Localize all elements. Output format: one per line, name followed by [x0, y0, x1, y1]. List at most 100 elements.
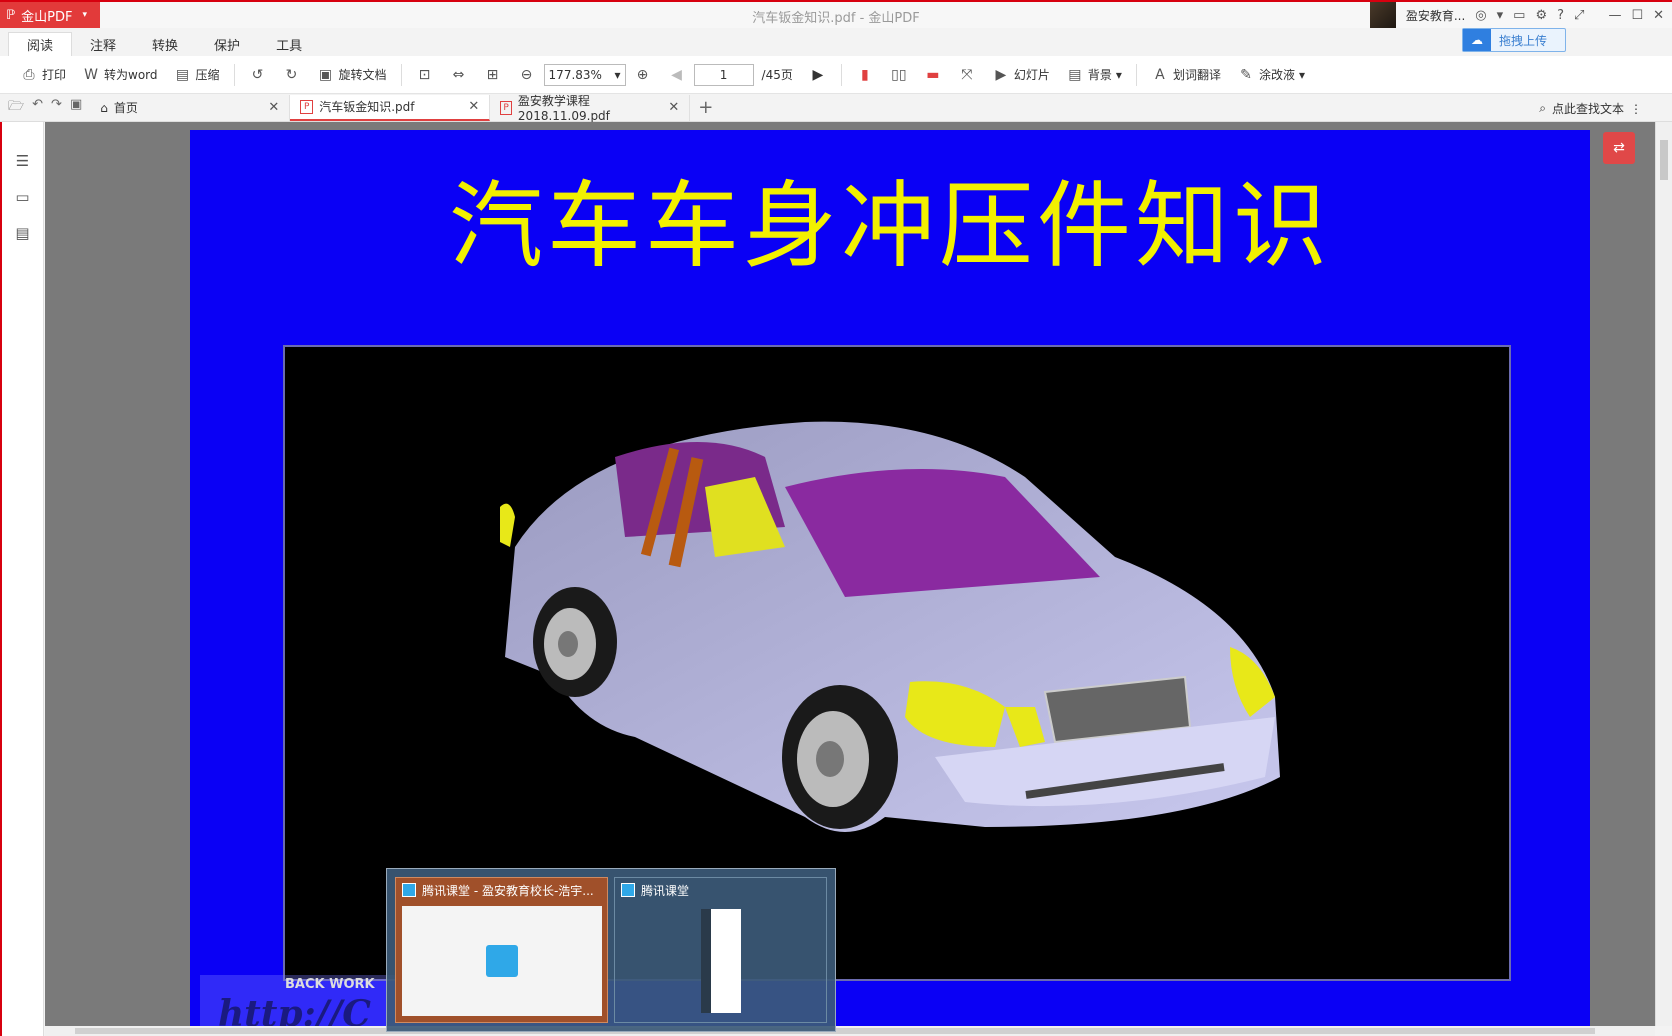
watermark-text: BACK WORK — [285, 977, 375, 992]
page-total: /45页 — [754, 60, 801, 90]
word-convert-icon[interactable]: ▤ — [8, 218, 38, 248]
rotate-left-button[interactable]: ↺ — [241, 60, 275, 90]
arrow-right-icon: ▶ — [812, 66, 824, 83]
background-button[interactable]: ▤ 背景 ▾ — [1058, 60, 1130, 90]
tencent-classroom-icon — [621, 883, 635, 897]
slideshow-button[interactable]: ▶ 幻灯片 — [984, 60, 1058, 90]
fullscreen-icon[interactable]: ⤢ — [1574, 8, 1584, 23]
close-icon[interactable]: ✕ — [268, 100, 279, 115]
undo-icon[interactable]: ↶ — [32, 97, 43, 119]
background-label: 背景 — [1087, 68, 1112, 82]
whiteout-button[interactable]: ✎ 涂改液 ▾ — [1229, 60, 1313, 90]
next-page-button[interactable]: ▶ — [801, 60, 835, 90]
tab-document[interactable]: P 盈安教学课程2018.11.09.pdf ✕ — [490, 94, 691, 123]
add-tab-button[interactable]: + — [690, 97, 721, 118]
help-icon[interactable]: ? — [1557, 8, 1564, 23]
translate-button[interactable]: A 划词翻译 — [1143, 60, 1229, 90]
actual-size-button[interactable]: ⊡ — [408, 60, 442, 90]
tencent-classroom-icon — [402, 883, 416, 897]
preview-thumbnail — [402, 906, 602, 1016]
tab-home[interactable]: ⌂ 首页 ✕ — [90, 94, 291, 121]
outline-icon[interactable]: ☰ — [8, 146, 38, 176]
eraser-icon: ✎ — [1240, 66, 1252, 83]
print-label: 打印 — [42, 68, 67, 82]
minimize-button[interactable]: — — [1608, 8, 1621, 23]
word-icon: W — [84, 66, 98, 83]
slide-title: 汽车车身冲压件知识 — [448, 172, 1331, 281]
to-word-button[interactable]: W 转为word — [74, 60, 166, 90]
translate-icon: A — [1155, 66, 1165, 83]
taskbar-preview-window[interactable]: 腾讯课堂 - 盈安教育校长-浩宇... — [395, 877, 608, 1023]
close-icon[interactable]: ✕ — [468, 99, 479, 114]
message-icon[interactable]: ▭ — [1513, 8, 1525, 23]
settings-icon[interactable]: ⚙ — [1535, 8, 1547, 23]
divider — [840, 63, 842, 86]
floating-convert-button[interactable]: ⇄ — [1603, 132, 1635, 164]
tab-annotate[interactable]: 注释 — [72, 32, 134, 56]
preview-title: 腾讯课堂 - 盈安教育校长-浩宇... — [422, 883, 594, 898]
divider — [400, 63, 402, 86]
convert-icon: ⇄ — [1613, 140, 1625, 156]
quick-tools: 🗁 ↶ ↷ ▣ — [0, 97, 90, 119]
chevron-down-icon: ▾ — [614, 67, 621, 82]
close-button[interactable]: ✕ — [1653, 8, 1664, 23]
save-icon[interactable]: ▣ — [70, 97, 82, 119]
more-icon[interactable]: ⋮ — [1630, 102, 1642, 116]
vertical-scrollbar[interactable] — [1655, 122, 1672, 1026]
user-badge-icon[interactable]: ◎ — [1475, 8, 1486, 23]
find-text-button[interactable]: ⌕ 点此查找文本 ⋮ — [1539, 100, 1642, 117]
double-page-button[interactable]: ▯▯ — [882, 60, 916, 90]
thumbnails-icon[interactable]: ▭ — [8, 182, 38, 212]
rotate-doc-icon: ▣ — [318, 66, 333, 83]
tab-document-active[interactable]: P 汽车钣金知识.pdf ✕ — [290, 94, 491, 121]
redo-icon[interactable]: ↷ — [51, 97, 62, 119]
rotate-doc-button[interactable]: ▣ 旋转文档 — [309, 60, 395, 90]
slideshow-label: 幻灯片 — [1013, 68, 1050, 82]
compress-button[interactable]: ▤ 压缩 — [166, 60, 228, 90]
expand-icon: ⤧ — [961, 66, 973, 83]
fit-page-icon: ⊞ — [486, 66, 499, 83]
fit-page-button[interactable]: ⊞ — [476, 60, 510, 90]
continuous-icon: ▬ — [926, 66, 940, 83]
compress-label: 压缩 — [195, 68, 220, 82]
compress-icon: ▤ — [175, 66, 190, 83]
prev-page-button[interactable]: ◀ — [660, 60, 694, 90]
slideshow-icon: ▶ — [995, 66, 1007, 83]
document-viewer[interactable]: 汽车车身冲压件知识 BACK WORK http://C ⇄ — [45, 122, 1655, 1026]
close-icon[interactable]: ✕ — [668, 100, 679, 115]
tab-read[interactable]: 阅读 — [8, 32, 73, 56]
fullscreen-button[interactable]: ⤧ — [950, 60, 984, 90]
avatar[interactable] — [1369, 2, 1396, 28]
scroll-thumb[interactable] — [1660, 140, 1668, 180]
zoom-select[interactable]: 177.83% ▾ — [543, 63, 626, 86]
tencent-classroom-icon — [486, 945, 518, 977]
maximize-button[interactable]: ☐ — [1631, 8, 1643, 23]
tab-label: 盈安教学课程2018.11.09.pdf — [517, 94, 610, 123]
tab-tools[interactable]: 工具 — [258, 32, 320, 56]
single-page-icon: ▮ — [861, 66, 869, 83]
find-text-label: 点此查找文本 — [1551, 102, 1624, 116]
username[interactable]: 盈安教育... — [1406, 7, 1465, 24]
arrow-left-icon: ◀ — [671, 66, 682, 83]
horizontal-scrollbar[interactable] — [45, 1026, 1655, 1036]
to-word-label: 转为word — [104, 68, 158, 82]
single-page-button[interactable]: ▮ — [848, 60, 882, 90]
printer-icon: ⎙ — [23, 66, 35, 83]
title-right-controls: 盈安教育... ◎ ▾ ▭ ⚙ ? ⤢ — ☐ ✕ — [1369, 2, 1672, 28]
taskbar-preview-window[interactable]: 腾讯课堂 — [614, 877, 827, 1023]
continuous-button[interactable]: ▬ — [916, 60, 950, 90]
page-number-input[interactable]: 1 — [693, 63, 754, 86]
double-page-icon: ▯▯ — [891, 66, 907, 83]
toolbar: ⎙ 打印 W 转为word ▤ 压缩 ↺ ↻ ▣ 旋转文档 ⊡ ⇔ ⊞ ⊖ 17… — [0, 56, 1672, 94]
open-folder-icon[interactable]: 🗁 — [8, 97, 24, 119]
pdf-file-icon: P — [300, 99, 314, 114]
chevron-down-icon[interactable]: ▾ — [1497, 8, 1504, 23]
tab-convert[interactable]: 转换 — [134, 32, 196, 56]
rotate-right-button[interactable]: ↻ — [275, 60, 309, 90]
tab-protect[interactable]: 保护 — [196, 32, 258, 56]
fit-width-button[interactable]: ⇔ — [442, 60, 476, 90]
zoom-in-button[interactable]: ⊕ — [626, 60, 660, 90]
chevron-down-icon: ▾ — [1115, 67, 1122, 82]
print-button[interactable]: ⎙ 打印 — [12, 60, 74, 90]
zoom-out-button[interactable]: ⊖ — [510, 60, 544, 90]
